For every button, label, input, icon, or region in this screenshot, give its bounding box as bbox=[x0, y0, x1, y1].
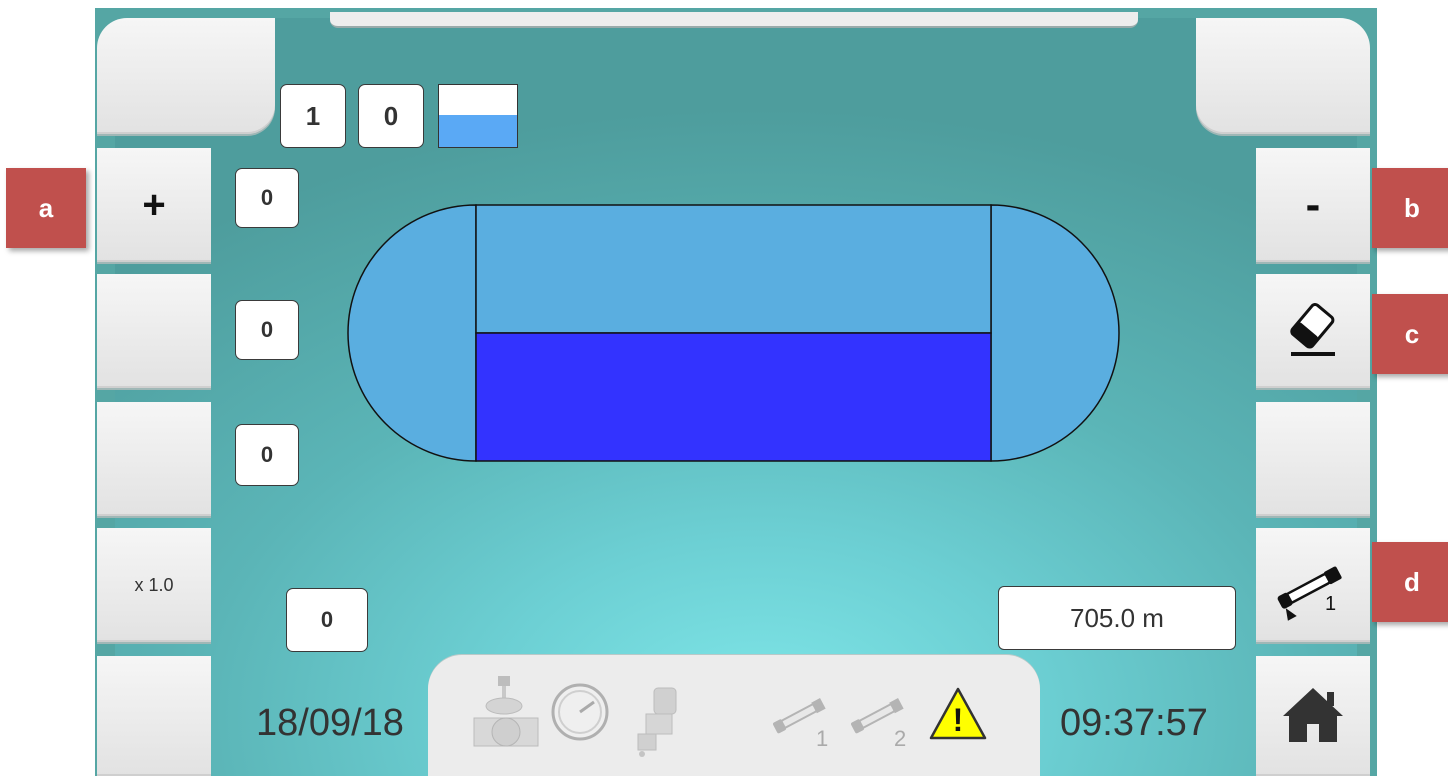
right-button-4[interactable] bbox=[1256, 402, 1370, 516]
eraser-button[interactable] bbox=[1256, 274, 1370, 388]
plus-label: + bbox=[142, 182, 166, 227]
nozzle-2-number: 2 bbox=[894, 726, 907, 751]
tank-level-icon bbox=[438, 84, 518, 148]
warning-symbol: ! bbox=[952, 702, 964, 738]
tank-right-cap bbox=[990, 204, 1120, 462]
indicator-digit-1: 1 bbox=[280, 84, 346, 148]
nozzle-2-status-icon: 2 bbox=[846, 690, 926, 751]
nozzle-1-number: 1 bbox=[816, 726, 829, 751]
annotation-d: d bbox=[1372, 542, 1448, 622]
nozzle-number: 1 bbox=[1325, 593, 1337, 615]
tank-upper-level bbox=[475, 204, 992, 334]
annotation-c: c bbox=[1372, 294, 1448, 374]
tank bbox=[347, 204, 1120, 462]
scale-label: x 1.0 bbox=[134, 574, 174, 595]
counter-2: 0 bbox=[235, 300, 299, 360]
left-button-3[interactable] bbox=[97, 274, 211, 388]
top-left-button[interactable] bbox=[97, 18, 275, 134]
indicator-digit-2: 0 bbox=[358, 84, 424, 148]
spray-nozzle-icon: 1 bbox=[1273, 547, 1353, 623]
counter-4: 0 bbox=[286, 588, 368, 652]
eraser-icon bbox=[1283, 299, 1343, 364]
annotation-a: a bbox=[6, 168, 86, 248]
counter-1: 0 bbox=[235, 168, 299, 228]
tank-lower-level bbox=[475, 332, 992, 462]
valve-icon bbox=[468, 672, 548, 757]
nozzle-button[interactable]: 1 bbox=[1256, 528, 1370, 642]
home-button[interactable] bbox=[1256, 656, 1370, 776]
left-button-6[interactable] bbox=[97, 656, 211, 776]
left-button-4[interactable] bbox=[97, 402, 211, 516]
scale-button[interactable]: x 1.0 bbox=[97, 528, 211, 642]
annotation-b: b bbox=[1372, 168, 1448, 248]
counter-3: 0 bbox=[235, 424, 299, 486]
warning-icon[interactable]: ! bbox=[928, 686, 988, 742]
tank-left-cap bbox=[347, 204, 477, 462]
distance-display: 705.0 m bbox=[998, 586, 1236, 650]
home-icon bbox=[1281, 684, 1345, 749]
top-strip bbox=[330, 12, 1138, 28]
pump-icon bbox=[630, 684, 686, 763]
plus-button[interactable]: + bbox=[97, 148, 211, 262]
time-label: 09:37:57 bbox=[1060, 702, 1208, 744]
minus-button[interactable]: - bbox=[1256, 148, 1370, 262]
minus-label: - bbox=[1305, 180, 1321, 229]
nozzle-1-status-icon: 1 bbox=[768, 690, 848, 751]
date-label: 18/09/18 bbox=[256, 702, 404, 744]
pressure-gauge-icon bbox=[548, 680, 612, 749]
top-right-button[interactable] bbox=[1196, 18, 1370, 134]
